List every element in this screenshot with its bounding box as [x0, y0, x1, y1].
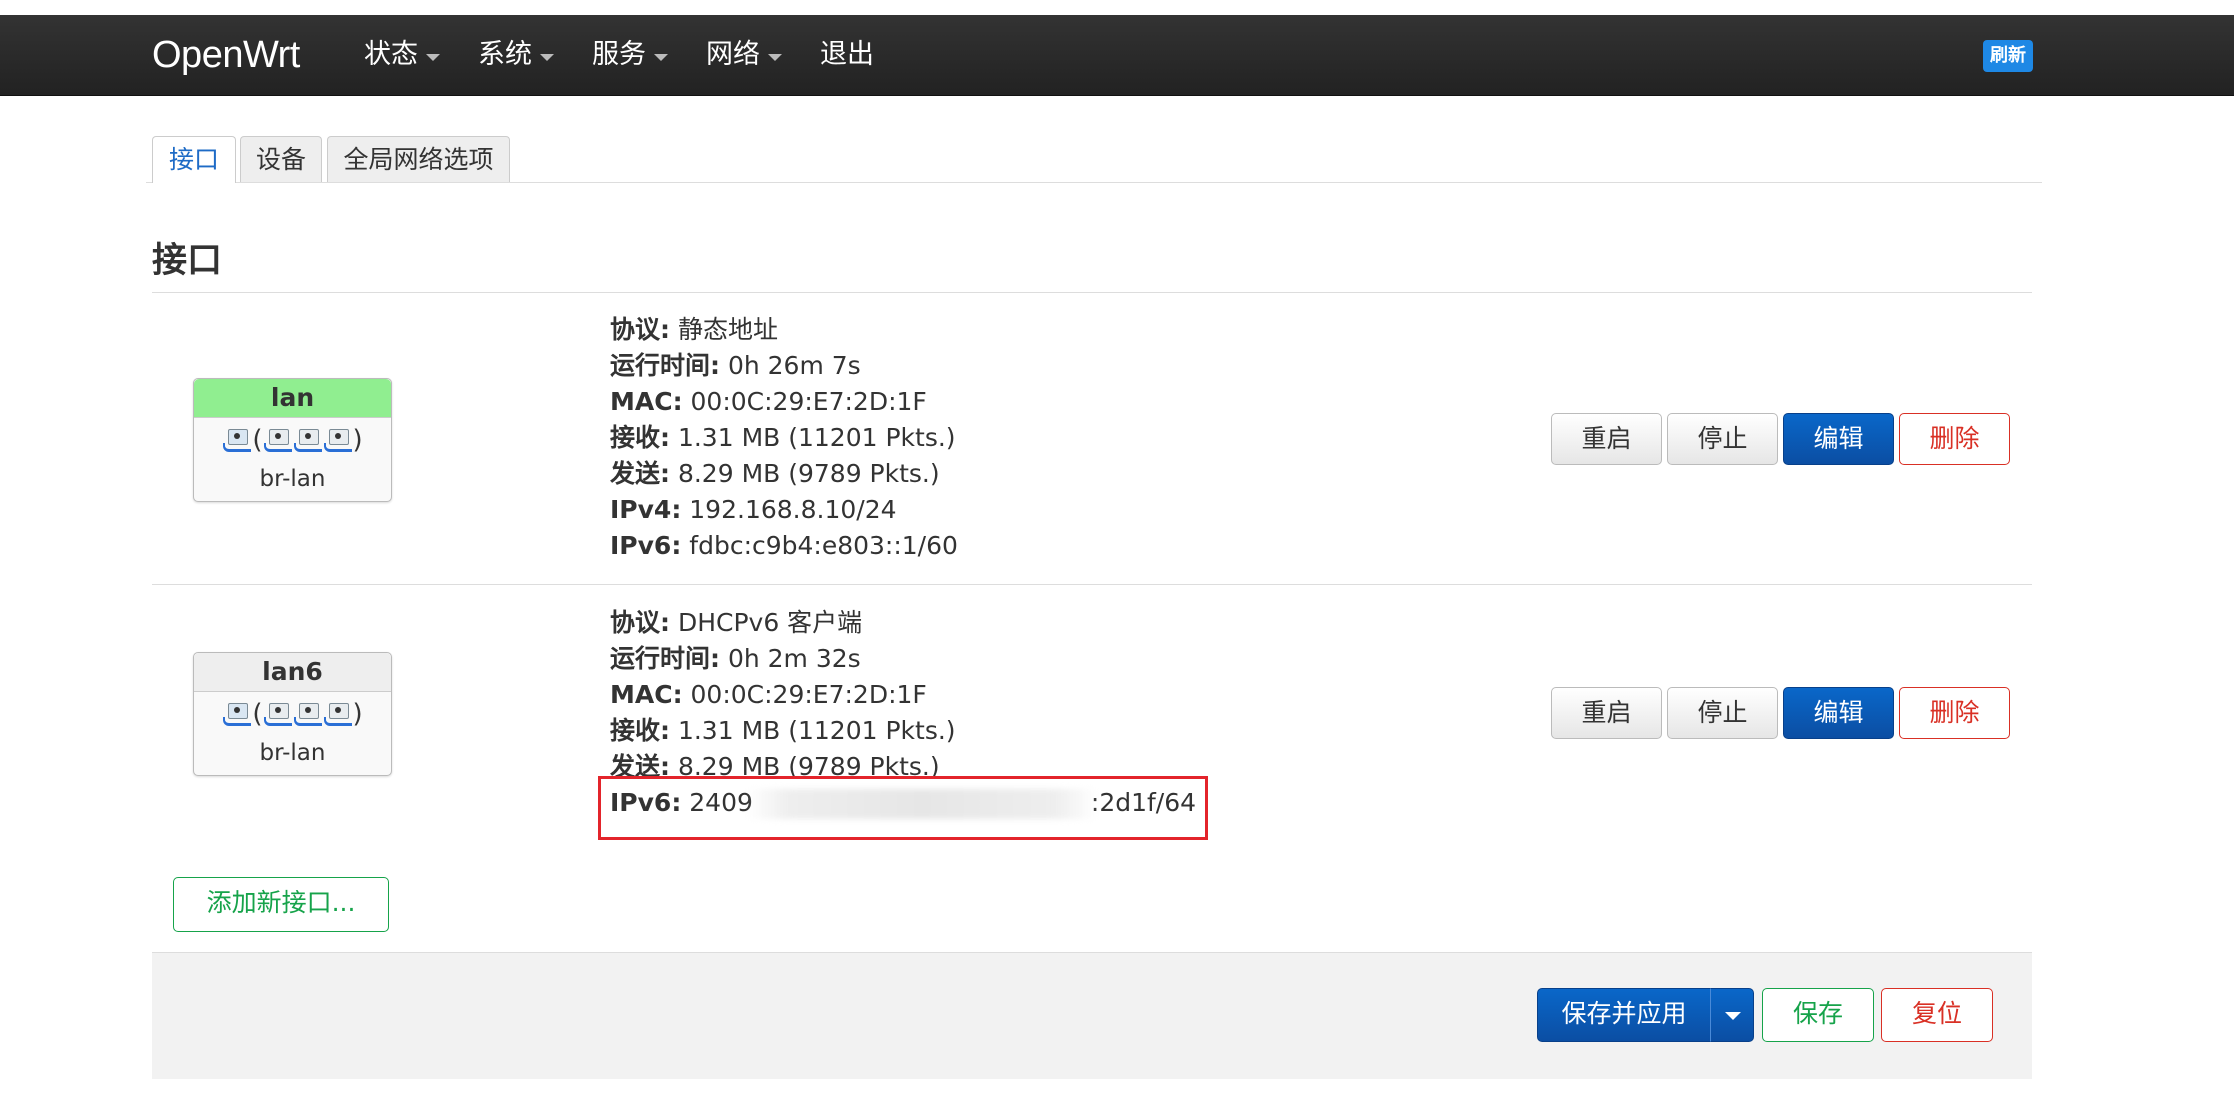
bridge-icon [223, 429, 252, 452]
tab-interfaces[interactable]: 接口 [152, 136, 236, 183]
menu-status-label: 状态 [364, 39, 418, 70]
interface-device-icons: ( ) [194, 418, 391, 462]
stop-button-lan[interactable]: 停止 [1667, 413, 1778, 465]
ipv6-label: IPv6: [610, 531, 682, 560]
rx-label: 接收: [610, 716, 670, 745]
chevron-down-icon [768, 53, 782, 61]
interface-badge-lan6: lan6 ( ) br-lan [193, 652, 392, 776]
ipv6-highlight-box [598, 776, 1208, 840]
uptime-value: 0h 2m 32s [727, 644, 861, 673]
main-menu: 状态 系统 服务 网络 退出 [364, 15, 912, 95]
bridge-icon [223, 703, 252, 726]
ethernet-port-icon [323, 429, 352, 452]
menu-status[interactable]: 状态 [364, 15, 440, 95]
rx-value: 1.31 MB (11201 Pkts.) [677, 716, 956, 745]
edit-button-lan6[interactable]: 编辑 [1783, 687, 1894, 739]
tx-label: 发送: [610, 459, 670, 488]
ethernet-port-icon [293, 703, 322, 726]
menu-logout-label: 退出 [820, 39, 874, 70]
uptime-value: 0h 26m 7s [727, 351, 861, 380]
ethernet-port-icon [263, 703, 292, 726]
delete-button-lan6[interactable]: 删除 [1899, 687, 2010, 739]
interface-badge-lan: lan ( ) br-lan [193, 378, 392, 502]
ethernet-port-icon [263, 429, 292, 452]
interface-name: lan [194, 379, 391, 418]
edit-button-lan[interactable]: 编辑 [1783, 413, 1894, 465]
interface-name: lan6 [194, 653, 391, 692]
page-title: 接口 [152, 241, 223, 281]
menu-logout[interactable]: 退出 [820, 15, 874, 95]
restart-button-lan[interactable]: 重启 [1551, 413, 1662, 465]
mac-label: MAC: [610, 387, 683, 416]
ipv4-value: 192.168.8.10/24 [689, 495, 897, 524]
rx-value: 1.31 MB (11201 Pkts.) [677, 423, 956, 452]
uptime-label: 运行时间: [610, 644, 720, 673]
uptime-label: 运行时间: [610, 351, 720, 380]
protocol-label: 协议: [610, 315, 670, 344]
save-button[interactable]: 保存 [1762, 988, 1874, 1042]
mac-value: 00:0C:29:E7:2D:1F [690, 387, 927, 416]
protocol-label: 协议: [610, 608, 670, 637]
ethernet-port-icon [293, 429, 322, 452]
protocol-value: DHCPv6 客户端 [677, 608, 863, 637]
menu-services[interactable]: 服务 [592, 15, 668, 95]
ipv4-label: IPv4: [610, 495, 682, 524]
ethernet-port-icon [323, 703, 352, 726]
menu-system[interactable]: 系统 [478, 15, 554, 95]
mac-label: MAC: [610, 680, 683, 709]
chevron-down-icon [540, 53, 554, 61]
chevron-down-icon [1725, 1012, 1741, 1020]
interface-device-name: br-lan [259, 740, 326, 766]
interface-device-name: br-lan [259, 466, 326, 492]
chevron-down-icon [654, 53, 668, 61]
delete-button-lan[interactable]: 删除 [1899, 413, 2010, 465]
tab-global-network-options[interactable]: 全局网络选项 [327, 136, 510, 182]
stop-button-lan6[interactable]: 停止 [1667, 687, 1778, 739]
divider [152, 584, 2032, 585]
refresh-button[interactable]: 刷新 [1983, 40, 2033, 72]
ipv6-value: fdbc:c9b4:e803::1/60 [689, 531, 958, 560]
tab-bar: 接口 设备 全局网络选项 [146, 136, 2042, 183]
tx-value: 8.29 MB (9789 Pkts.) [677, 459, 940, 488]
restart-button-lan6[interactable]: 重启 [1551, 687, 1662, 739]
chevron-down-icon [426, 53, 440, 61]
save-apply-dropdown-toggle[interactable] [1710, 988, 1754, 1042]
interface-details-lan: 协议: 静态地址 运行时间: 0h 26m 7s MAC: 00:0C:29:E… [610, 312, 958, 564]
add-interface-button[interactable]: 添加新接口... [173, 877, 389, 932]
save-apply-button[interactable]: 保存并应用 [1537, 988, 1711, 1042]
divider [152, 292, 2032, 293]
brand-logo[interactable]: OpenWrt [152, 15, 300, 95]
menu-system-label: 系统 [478, 39, 532, 70]
menu-services-label: 服务 [592, 39, 646, 70]
rx-label: 接收: [610, 423, 670, 452]
menu-network[interactable]: 网络 [706, 15, 782, 95]
mac-value: 00:0C:29:E7:2D:1F [690, 680, 927, 709]
top-navbar: OpenWrt 状态 系统 服务 网络 退出 刷新 [0, 15, 2234, 96]
menu-network-label: 网络 [706, 39, 760, 70]
tab-devices[interactable]: 设备 [240, 136, 322, 182]
protocol-value: 静态地址 [677, 315, 778, 344]
reset-button[interactable]: 复位 [1881, 988, 1993, 1042]
interface-device-icons: ( ) [194, 692, 391, 736]
